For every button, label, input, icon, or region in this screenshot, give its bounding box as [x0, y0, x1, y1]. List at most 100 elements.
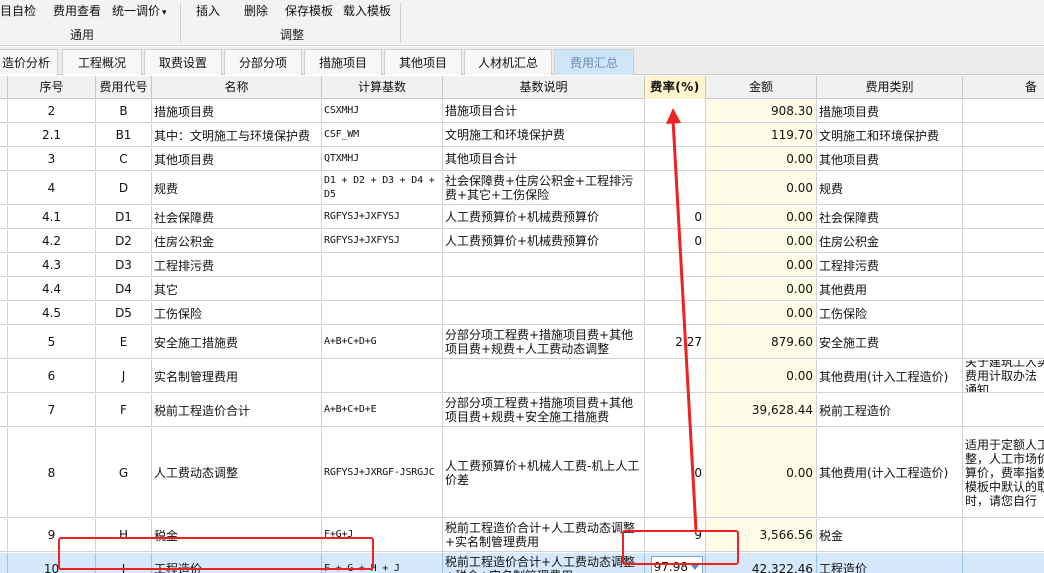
cell-category[interactable]: 安全施工费: [817, 326, 963, 358]
cell-code[interactable]: D3: [96, 254, 152, 276]
cell-code[interactable]: D4: [96, 278, 152, 300]
cell-name[interactable]: 实名制管理费用: [152, 360, 322, 392]
row-gutter[interactable]: [0, 302, 8, 324]
cell-desc[interactable]: 人工费预算价+机械人工费-机上人工价差: [443, 428, 645, 517]
cell-category[interactable]: 税前工程造价: [817, 394, 963, 426]
cell-desc[interactable]: 社会保障费+住房公积金+工程排污费+其它+工伤保险: [443, 172, 645, 204]
cell-rate[interactable]: [645, 394, 706, 426]
cell-amount[interactable]: 3,566.56: [706, 519, 817, 551]
cell-rate[interactable]: [645, 360, 706, 392]
cell-name[interactable]: 社会保障费: [152, 206, 322, 228]
cell-amount[interactable]: 119.70: [706, 124, 817, 146]
cell-desc[interactable]: 分部分项工程费+措施项目费+其他项目费+规费+安全施工措施费: [443, 394, 645, 426]
cell-note[interactable]: [963, 230, 1044, 252]
cell-category[interactable]: 措施项目费: [817, 100, 963, 122]
cell-note[interactable]: 适用于定额人工价格不调整，人工市场价格等于预算价，费率指数根据实际模板中默认的取…: [963, 428, 1044, 517]
project-selfcheck-button[interactable]: 项目自检: [0, 2, 36, 20]
cell-name[interactable]: 安全施工措施费: [152, 326, 322, 358]
tab-other-items[interactable]: 其他项目: [384, 49, 462, 75]
cell-category[interactable]: 住房公积金: [817, 230, 963, 252]
header-name[interactable]: 名称: [152, 76, 322, 99]
cell-name[interactable]: 其它: [152, 278, 322, 300]
cell-code[interactable]: D1: [96, 206, 152, 228]
cell-amount[interactable]: 39,628.44: [706, 394, 817, 426]
header-base[interactable]: 计算基数: [322, 76, 443, 99]
table-row[interactable]: 2 B 措施项目费 CSXMHJ 措施项目合计 908.30 措施项目费: [0, 100, 1044, 123]
cell-seq[interactable]: 2.1: [8, 124, 96, 146]
unified-price-adjust-button[interactable]: 统一调价 ▾: [112, 2, 167, 20]
cell-seq[interactable]: 2: [8, 100, 96, 122]
cell-name[interactable]: 住房公积金: [152, 230, 322, 252]
cell-note[interactable]: [963, 148, 1044, 170]
cell-rate[interactable]: 0: [645, 230, 706, 252]
table-row[interactable]: 7 F 税前工程造价合计 A+B+C+D+E 分部分项工程费+措施项目费+其他项目费+规…: [0, 394, 1044, 427]
cell-seq[interactable]: 10: [8, 553, 96, 573]
dropdown-arrow-icon[interactable]: [691, 565, 699, 570]
cell-amount[interactable]: 0.00: [706, 148, 817, 170]
cell-code[interactable]: H: [96, 519, 152, 551]
cell-category[interactable]: 其他费用(计入工程造价): [817, 360, 963, 392]
cell-amount[interactable]: 908.30: [706, 100, 817, 122]
cell-note[interactable]: [963, 326, 1044, 358]
row-gutter[interactable]: [0, 519, 8, 551]
cell-base[interactable]: F + G + H + J: [322, 553, 443, 573]
cell-desc[interactable]: 税前工程造价合计+人工费动态调整+税金+实名制管理费用: [443, 553, 645, 573]
cell-code[interactable]: F: [96, 394, 152, 426]
cell-amount[interactable]: 879.60: [706, 326, 817, 358]
cell-desc[interactable]: 措施项目合计: [443, 100, 645, 122]
cell-base[interactable]: A+B+C+D+E: [322, 394, 443, 426]
row-gutter[interactable]: [0, 148, 8, 170]
cell-note[interactable]: [963, 302, 1044, 324]
row-gutter[interactable]: [0, 100, 8, 122]
table-row[interactable]: 4 D 规费 D1 + D2 + D3 + D4 + D5 社会保障费+住房公积金+工程…: [0, 172, 1044, 205]
cell-name[interactable]: 工程造价: [152, 553, 322, 573]
cell-base[interactable]: QTXMHJ: [322, 148, 443, 170]
table-row[interactable]: 10I工程造价F + G + H + J税前工程造价合计+人工费动态调整+税金+…: [0, 553, 1044, 573]
cell-seq[interactable]: 5: [8, 326, 96, 358]
cell-rate[interactable]: 0: [645, 206, 706, 228]
row-gutter[interactable]: [0, 124, 8, 146]
cell-desc[interactable]: [443, 302, 645, 324]
cell-amount[interactable]: 0.00: [706, 254, 817, 276]
rate-edit-dropdown[interactable]: 97.98: [651, 556, 703, 573]
cell-seq[interactable]: 3: [8, 148, 96, 170]
cell-desc[interactable]: [443, 254, 645, 276]
table-row[interactable]: 3 C 其他项目费 QTXMHJ 其他项目合计 0.00 其他项目费: [0, 148, 1044, 171]
cell-rate[interactable]: [645, 278, 706, 300]
cell-base[interactable]: RGFYSJ+JXFYSJ: [322, 230, 443, 252]
cell-code[interactable]: C: [96, 148, 152, 170]
table-row[interactable]: 4.1 D1 社会保障费 RGFYSJ+JXFYSJ 人工费预算价+机械费预算价 0 0.0…: [0, 206, 1044, 229]
tab-project-overview[interactable]: 工程概况: [62, 49, 142, 75]
cell-desc[interactable]: 人工费预算价+机械费预算价: [443, 206, 645, 228]
cell-note[interactable]: [963, 394, 1044, 426]
cell-category[interactable]: 规费: [817, 172, 963, 204]
cell-amount[interactable]: 0.00: [706, 172, 817, 204]
cell-seq[interactable]: 4.3: [8, 254, 96, 276]
cell-category[interactable]: 税金: [817, 519, 963, 551]
tab-measure-items[interactable]: 措施项目: [304, 49, 382, 75]
header-code[interactable]: 费用代号: [96, 76, 152, 99]
cell-category[interactable]: 工程造价: [817, 553, 963, 573]
cell-category[interactable]: 社会保障费: [817, 206, 963, 228]
cell-desc[interactable]: 文明施工和环境保护费: [443, 124, 645, 146]
cell-rate[interactable]: [645, 100, 706, 122]
row-gutter[interactable]: [0, 206, 8, 228]
cell-desc[interactable]: [443, 360, 645, 392]
cell-base[interactable]: F+G+J: [322, 519, 443, 551]
cell-rate[interactable]: [645, 302, 706, 324]
header-note[interactable]: 备: [963, 76, 1044, 99]
header-category[interactable]: 费用类别: [817, 76, 963, 99]
cell-code[interactable]: G: [96, 428, 152, 517]
row-gutter[interactable]: [0, 278, 8, 300]
cell-note[interactable]: [963, 206, 1044, 228]
cell-name[interactable]: 税前工程造价合计: [152, 394, 322, 426]
cell-name[interactable]: 人工费动态调整: [152, 428, 322, 517]
table-row[interactable]: 6J实名制管理费用 0.00其他费用(计入工程造价)关于建筑工人实名制管理费用计取…: [0, 360, 1044, 393]
cell-code[interactable]: J: [96, 360, 152, 392]
cell-name[interactable]: 工伤保险: [152, 302, 322, 324]
cell-base[interactable]: [322, 278, 443, 300]
cell-category[interactable]: 其他项目费: [817, 148, 963, 170]
save-template-button[interactable]: 保存模板: [285, 2, 333, 20]
cell-category[interactable]: 工伤保险: [817, 302, 963, 324]
cell-base[interactable]: A+B+C+D+G: [322, 326, 443, 358]
